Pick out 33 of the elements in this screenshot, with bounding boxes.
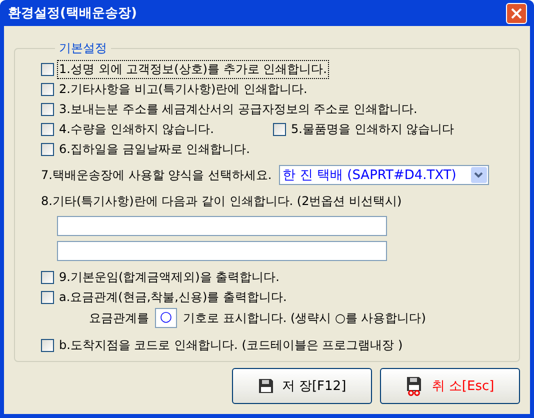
cancel-button[interactable]: 취 소[Esc] [380,368,520,404]
floppy-scissors-icon [406,376,424,396]
checkbox[interactable] [41,270,54,284]
checkbox-label[interactable]: 9.기본운임(합계금액제외)을 출력합니다. [57,268,282,286]
option-label: 7.택배운송장에 사용할 양식을 선택하세요. [41,166,272,184]
save-button[interactable]: 저 장[F12] [232,368,372,404]
option-label: 요금관계를 [89,310,149,326]
checkbox[interactable] [41,82,54,96]
checkbox-label[interactable]: 5.물품명을 인쇄하지 않습니다 [289,120,456,138]
format-dropdown[interactable]: 한 진 택배 (SAPRT#D4.TXT) [278,165,489,185]
checkbox[interactable] [41,338,54,352]
window-title: 환경설정(택배운송장) [8,5,137,22]
group-title: 기본설정 [58,40,108,57]
checkbox[interactable] [41,62,54,76]
checkbox[interactable] [41,290,54,304]
close-icon [511,8,522,18]
checkbox-label[interactable]: a.요금관계(현금,착불,신용)를 출력합니다. [57,288,289,306]
checkbox-label[interactable]: 6.집하일을 금일날짜로 인쇄합니다. [57,140,252,158]
checkbox[interactable] [41,122,54,136]
checkbox-label[interactable]: b.도착지점을 코드로 인쇄합니다. (코드테이블은 프로그램내장 ) [57,336,405,354]
checkbox[interactable] [41,102,54,116]
checkbox-label[interactable]: 1.성명 외에 고객정보(상호)를 추가로 인쇄합니다. [57,60,329,78]
option-label: 8.기타(특기사항)란에 다음과 같이 인쇄합니다. (2번옵션 비선택시) [41,192,402,210]
input-field[interactable] [57,216,387,236]
input-field[interactable] [57,241,387,261]
checkbox-label[interactable]: 3.보내는분 주소를 세금계산서의 공급자정보의 주소로 인쇄합니다. [57,100,420,118]
checkbox[interactable] [41,142,54,156]
option-label: 기호로 표시합니다. (생략시 ○를 사용합니다) [183,310,426,326]
checkbox-label[interactable]: 4.수량을 인쇄하지 않습니다. [57,120,216,138]
close-button[interactable] [506,2,527,24]
symbol-field[interactable]: ○ [155,308,177,328]
checkbox[interactable] [273,122,286,136]
checkbox-label[interactable]: 2.기타사항을 비고(특기사항)란에 인쇄합니다. [57,80,310,98]
